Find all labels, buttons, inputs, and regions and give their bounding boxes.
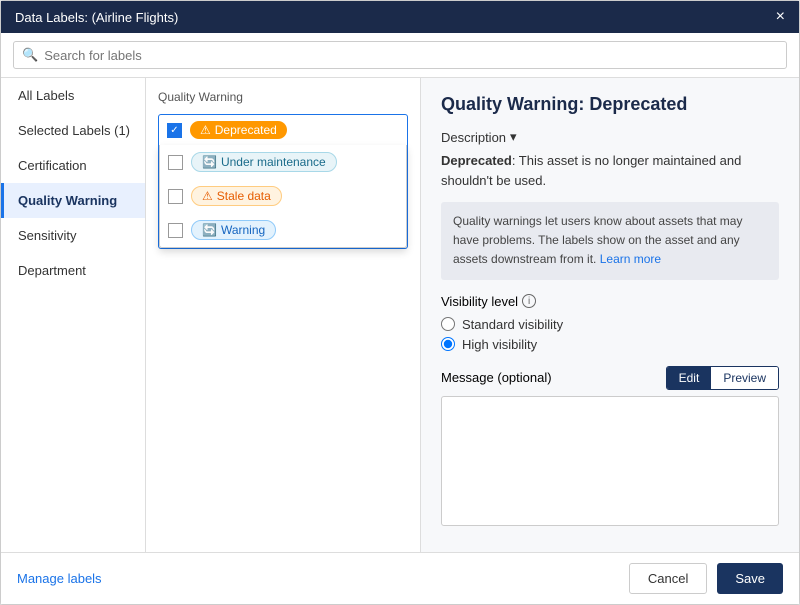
cancel-button[interactable]: Cancel bbox=[629, 563, 707, 594]
search-icon: 🔍 bbox=[22, 47, 38, 63]
option-warning[interactable]: 🔄 Warning bbox=[160, 213, 406, 247]
description-toggle[interactable]: Description ▾ bbox=[441, 129, 779, 145]
sidebar: All Labels Selected Labels (1) Certifica… bbox=[1, 78, 146, 552]
warning-icon: 🔄 bbox=[202, 223, 217, 237]
edit-tab[interactable]: Edit bbox=[667, 367, 712, 389]
standard-visibility-option[interactable]: Standard visibility bbox=[441, 317, 779, 332]
dialog: Data Labels: (Airline Flights) × 🔍 All L… bbox=[0, 0, 800, 605]
message-section: Message (optional) Edit Preview bbox=[441, 366, 779, 529]
footer-buttons: Cancel Save bbox=[629, 563, 783, 594]
dialog-title: Data Labels: (Airline Flights) bbox=[15, 10, 178, 25]
message-textarea[interactable] bbox=[441, 396, 779, 526]
stale-checkbox[interactable] bbox=[168, 189, 183, 204]
deprecated-tag: ⚠ Deprecated bbox=[190, 121, 287, 139]
high-visibility-option[interactable]: High visibility bbox=[441, 337, 779, 352]
save-button[interactable]: Save bbox=[717, 563, 783, 594]
stale-tag: ⚠ Stale data bbox=[191, 186, 282, 206]
description-section: Description ▾ Deprecated: This asset is … bbox=[441, 129, 779, 190]
learn-more-link[interactable]: Learn more bbox=[600, 252, 661, 266]
description-text: Deprecated: This asset is no longer main… bbox=[441, 151, 779, 190]
search-bar: 🔍 bbox=[1, 33, 799, 78]
info-icon[interactable]: i bbox=[522, 294, 536, 308]
visibility-section: Visibility level i Standard visibility H… bbox=[441, 294, 779, 352]
standard-visibility-radio[interactable] bbox=[441, 317, 455, 331]
info-box: Quality warnings let users know about as… bbox=[441, 202, 779, 280]
center-panel-title: Quality Warning bbox=[158, 90, 408, 104]
high-visibility-radio[interactable] bbox=[441, 337, 455, 351]
sidebar-item-quality-warning[interactable]: Quality Warning bbox=[1, 183, 145, 218]
label-dropdown[interactable]: ⚠ Deprecated 🔄 Under maintenance bbox=[158, 114, 408, 249]
maintenance-checkbox[interactable] bbox=[168, 155, 183, 170]
preview-tab[interactable]: Preview bbox=[711, 367, 778, 389]
title-bar: Data Labels: (Airline Flights) × bbox=[1, 1, 799, 33]
manage-labels-link[interactable]: Manage labels bbox=[17, 571, 102, 586]
edit-preview-tabs: Edit Preview bbox=[666, 366, 779, 390]
center-panel: Quality Warning ⚠ Deprecated 🔄 Unde bbox=[146, 78, 421, 552]
dropdown-header[interactable]: ⚠ Deprecated bbox=[159, 115, 407, 145]
stale-icon: ⚠ bbox=[202, 189, 213, 203]
sidebar-item-certification[interactable]: Certification bbox=[1, 148, 145, 183]
message-label: Message (optional) Edit Preview bbox=[441, 366, 779, 390]
option-under-maintenance[interactable]: 🔄 Under maintenance bbox=[160, 145, 406, 179]
deprecated-checkbox[interactable] bbox=[167, 123, 182, 138]
main-content: All Labels Selected Labels (1) Certifica… bbox=[1, 78, 799, 552]
footer: Manage labels Cancel Save bbox=[1, 552, 799, 604]
right-panel-title: Quality Warning: Deprecated bbox=[441, 94, 779, 115]
sidebar-item-all-labels[interactable]: All Labels bbox=[1, 78, 145, 113]
maintenance-tag: 🔄 Under maintenance bbox=[191, 152, 337, 172]
dropdown-options: 🔄 Under maintenance ⚠ Stale data bbox=[159, 145, 407, 248]
right-panel: Quality Warning: Deprecated Description … bbox=[421, 78, 799, 552]
option-stale-data[interactable]: ⚠ Stale data bbox=[160, 179, 406, 213]
sidebar-item-sensitivity[interactable]: Sensitivity bbox=[1, 218, 145, 253]
visibility-label: Visibility level i bbox=[441, 294, 779, 309]
maintenance-icon: 🔄 bbox=[202, 155, 217, 169]
sidebar-item-selected-labels[interactable]: Selected Labels (1) bbox=[1, 113, 145, 148]
close-button[interactable]: × bbox=[776, 9, 785, 25]
search-input-wrap: 🔍 bbox=[13, 41, 787, 69]
sidebar-item-department[interactable]: Department bbox=[1, 253, 145, 288]
deprecated-icon: ⚠ bbox=[200, 123, 211, 137]
warning-checkbox[interactable] bbox=[168, 223, 183, 238]
chevron-down-icon: ▾ bbox=[510, 129, 517, 145]
search-input[interactable] bbox=[44, 48, 778, 63]
warning-tag: 🔄 Warning bbox=[191, 220, 276, 240]
